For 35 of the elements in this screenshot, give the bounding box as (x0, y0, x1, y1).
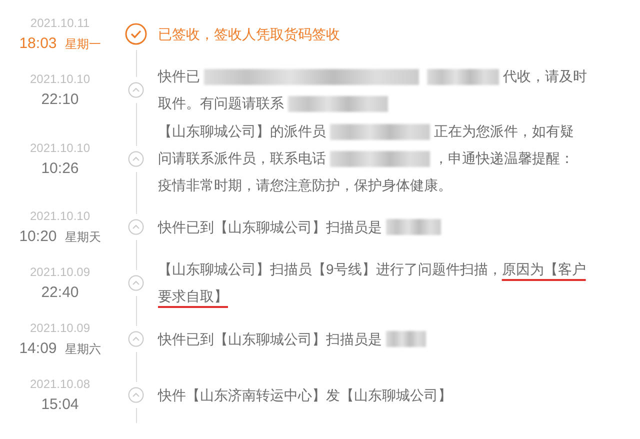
event-date: 2021.10.10 (30, 71, 90, 88)
event-date: 2021.10.09 (30, 264, 90, 281)
redacted-block (386, 219, 441, 235)
event-text: 【山东聊城公司】的派件员 (158, 122, 326, 141)
event-weekday: 星期六 (64, 341, 101, 358)
event-date: 2021.10.11 (30, 15, 90, 32)
event-text: 快件已 (158, 67, 200, 86)
event-text: 正在为您派件，如有疑 (434, 122, 574, 141)
event-time: 22:40 (41, 283, 79, 303)
event-text: 快件已到【山东聊城公司】扫描员是 (158, 330, 382, 348)
event-text: 【山东聊城公司】扫描员【9号线】进行了问题件扫描， (158, 260, 502, 279)
event-text: 快件【山东济南转运中心】发【山东聊城公司】 (158, 386, 452, 404)
event-time: 10:26 (41, 158, 79, 178)
event-text: ，申通快递温馨提醒： (434, 149, 574, 168)
event-date: 2021.10.10 (30, 140, 90, 156)
event-time: 10:20 (19, 227, 57, 247)
event-text: 原因为【客户 (502, 260, 586, 279)
event-weekday: 星期天 (64, 229, 101, 246)
event-time: 14:09 (19, 339, 57, 359)
event-date: 2021.10.09 (30, 320, 90, 337)
event-text: 问请联系派件员，联系电话 (158, 149, 326, 168)
event-text: 快件已到【山东聊城公司】扫描员是 (158, 218, 382, 236)
redacted-block (386, 331, 426, 347)
event-weekday: 星期一 (64, 36, 101, 53)
event-text: 已签收，签收人凭取货码签收 (158, 24, 340, 44)
event-text: 代收，请及时 (503, 67, 587, 86)
event-text: 要求自取】 (158, 287, 228, 306)
event-time: 18:03 (19, 34, 57, 54)
redacted-block (427, 68, 499, 84)
event-date: 2021.10.08 (30, 376, 90, 393)
event-time: 15:04 (41, 395, 79, 415)
event-text: 取件。有问题请联系 (158, 94, 284, 113)
event-time: 22:10 (41, 90, 79, 110)
event-text: 疫情非常时期，请您注意防护，保护身体健康。 (158, 176, 452, 195)
event-date: 2021.10.10 (30, 208, 90, 225)
